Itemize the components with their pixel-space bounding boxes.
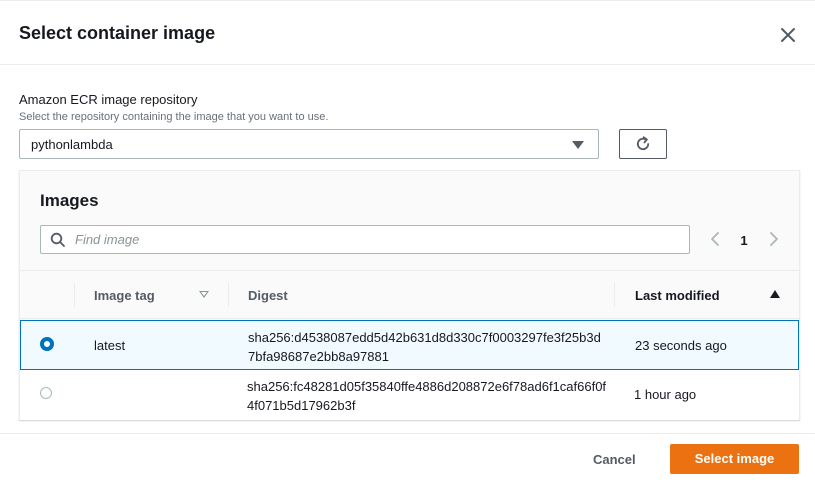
select-container-image-modal: Select container image Amazon ECR image … (0, 0, 815, 485)
close-button[interactable] (776, 23, 800, 47)
modal-footer: Cancel Select image (0, 433, 815, 485)
digest-cell: sha256:d4538087edd5d42b631d8d330c7f00032… (248, 330, 601, 364)
last-modified-cell: 1 hour ago (634, 387, 697, 402)
select-image-button[interactable]: Select image (670, 444, 799, 474)
chevron-left-icon (711, 232, 719, 246)
chevron-right-icon (770, 232, 778, 246)
column-header-image-tag[interactable]: Image tag (94, 288, 155, 303)
pager-previous-button[interactable] (708, 231, 722, 252)
image-search-box (40, 225, 690, 254)
column-divider (614, 283, 615, 307)
column-divider (74, 283, 75, 307)
last-modified-cell: 23 seconds ago (635, 338, 727, 353)
repository-label: Amazon ECR image repository (19, 92, 198, 107)
column-header-digest[interactable]: Digest (248, 288, 288, 303)
cancel-button[interactable]: Cancel (583, 445, 646, 475)
image-tag-cell: latest (94, 338, 126, 353)
digest-cell: sha256:fc48281d05f35840ffe4886d208872e6f… (247, 379, 607, 413)
modal-title: Select container image (19, 23, 216, 43)
images-table-panel: Images 1 Image tag Digest L (19, 170, 800, 420)
repository-select-value: pythonlambda (31, 137, 113, 152)
refresh-icon (636, 136, 650, 151)
images-heading: Images (40, 191, 99, 210)
column-header-last-modified[interactable]: Last modified (635, 288, 720, 303)
column-divider (228, 283, 229, 307)
table-row[interactable]: latest sha256:d4538087edd5d42b631d8d330c… (20, 320, 799, 370)
caret-down-icon (572, 141, 584, 149)
row-radio-button[interactable] (40, 337, 54, 351)
repository-select[interactable]: pythonlambda (19, 129, 599, 159)
close-icon (781, 28, 795, 42)
pager-page-1[interactable]: 1 (736, 233, 752, 248)
refresh-button[interactable] (619, 129, 667, 159)
table-header: Image tag Digest Last modified (20, 270, 799, 319)
repository-description: Select the repository containing the ima… (19, 111, 329, 123)
image-search-input[interactable] (75, 230, 675, 249)
pager-next-button[interactable] (767, 231, 781, 252)
sort-ascending-icon[interactable] (770, 290, 780, 298)
modal-header: Select container image (0, 1, 815, 65)
table-row[interactable]: sha256:fc48281d05f35840ffe4886d208872e6f… (20, 370, 799, 420)
search-icon (50, 232, 65, 247)
sort-indicator-icon[interactable] (199, 291, 209, 298)
row-radio-button[interactable] (40, 387, 52, 399)
